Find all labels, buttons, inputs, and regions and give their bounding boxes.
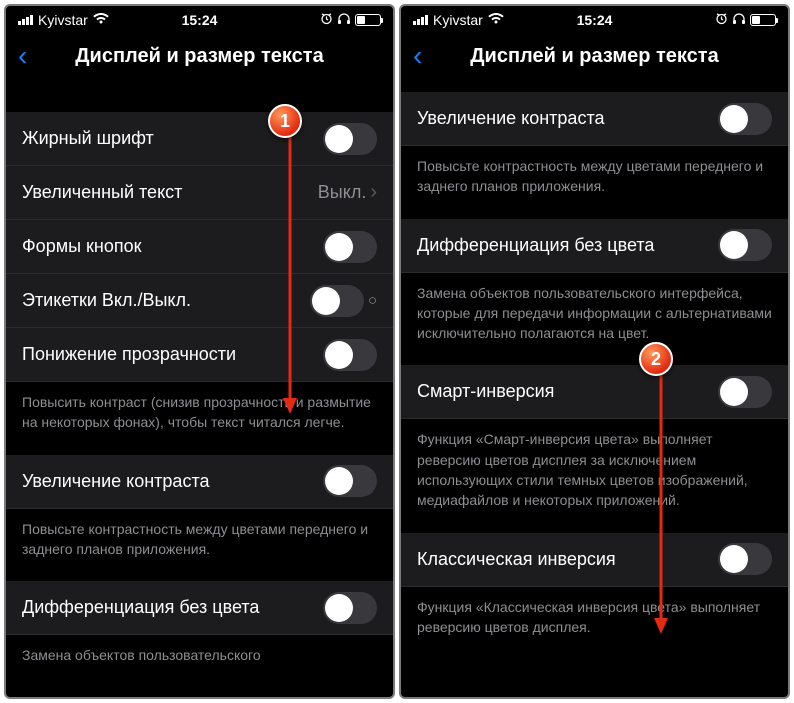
toggle-bold-text[interactable] [323, 123, 377, 155]
row-reduce-transparency[interactable]: Понижение прозрачности [6, 328, 393, 382]
toggle-diff-color[interactable] [718, 229, 772, 261]
footer-smart-invert: Функция «Смарт-инверсия цвета» выполняет… [401, 419, 788, 532]
annotation-marker-1: 1 [268, 104, 302, 138]
time-label: 15:24 [577, 12, 613, 28]
headphones-icon [337, 12, 351, 28]
time-label: 15:24 [182, 12, 218, 28]
toggle-smart-invert[interactable] [718, 376, 772, 408]
headphones-icon [732, 12, 746, 28]
footer-transparency: Повысить контраст (снизив прозрачность и… [6, 382, 393, 455]
row-increase-contrast[interactable]: Увеличение контраста [6, 455, 393, 509]
row-smart-invert[interactable]: Смарт-инверсия [401, 365, 788, 419]
signal-icon [413, 15, 428, 25]
back-button[interactable]: ‹ [18, 42, 35, 70]
phone-left: Kyivstar 15:24 ‹ Дисплей и размер текста… [4, 4, 395, 699]
annotation-marker-2: 2 [639, 342, 673, 376]
alarm-icon [320, 12, 333, 28]
phone-right: Kyivstar 15:24 ‹ Дисплей и размер текста… [399, 4, 790, 699]
footer-diff-color: Замена объектов пользовательского интерф… [401, 273, 788, 366]
page-title: Дисплей и размер текста [75, 45, 323, 68]
row-diff-color[interactable]: Дифференциация без цвета [401, 219, 788, 273]
row-bold-text[interactable]: Жирный шрифт [6, 112, 393, 166]
footer-contrast: Повысьте контрастность между цветами пер… [6, 509, 393, 582]
nav-header: ‹ Дисплей и размер текста [401, 34, 788, 82]
row-classic-invert[interactable]: Классическая инверсия [401, 533, 788, 587]
footer-diff-color: Замена объектов пользовательского [6, 635, 393, 669]
toggle-classic-invert[interactable] [718, 543, 772, 575]
page-title: Дисплей и размер текста [470, 45, 718, 68]
settings-list[interactable]: Жирный шрифт Увеличенный текст Выкл.› Фо… [6, 82, 393, 697]
chevron-right-icon: › [370, 181, 377, 204]
signal-icon [18, 15, 33, 25]
status-bar: Kyivstar 15:24 [401, 6, 788, 34]
status-bar: Kyivstar 15:24 [6, 6, 393, 34]
settings-list[interactable]: Увеличение контраста Повысьте контрастно… [401, 82, 788, 697]
battery-icon [750, 14, 776, 26]
toggle-on-off-labels[interactable] [310, 285, 364, 317]
row-increase-contrast[interactable]: Увеличение контраста [401, 92, 788, 146]
toggle-diff-color[interactable] [323, 592, 377, 624]
wifi-icon [93, 12, 109, 28]
carrier-label: Kyivstar [38, 12, 88, 28]
wifi-icon [488, 12, 504, 28]
toggle-increase-contrast[interactable] [323, 465, 377, 497]
row-diff-color[interactable]: Дифференциация без цвета [6, 581, 393, 635]
row-on-off-labels[interactable]: Этикетки Вкл./Выкл. ○ [6, 274, 393, 328]
row-larger-text[interactable]: Увеличенный текст Выкл.› [6, 166, 393, 220]
toggle-increase-contrast[interactable] [718, 103, 772, 135]
toggle-reduce-transparency[interactable] [323, 339, 377, 371]
carrier-label: Kyivstar [433, 12, 483, 28]
nav-header: ‹ Дисплей и размер текста [6, 34, 393, 82]
footer-contrast: Повысьте контрастность между цветами пер… [401, 146, 788, 219]
back-button[interactable]: ‹ [413, 42, 430, 70]
row-button-shapes[interactable]: Формы кнопок [6, 220, 393, 274]
toggle-button-shapes[interactable] [323, 231, 377, 263]
footer-classic-invert: Функция «Классическая инверсия цвета» вы… [401, 587, 788, 660]
battery-icon [355, 14, 381, 26]
alarm-icon [715, 12, 728, 28]
